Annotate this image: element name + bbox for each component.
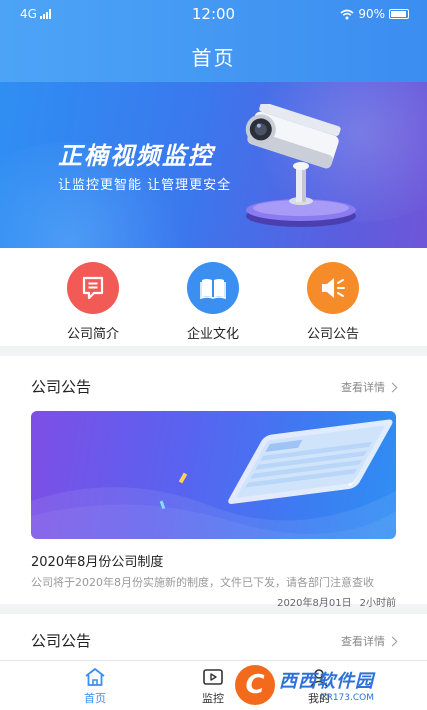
view-details-label: 查看详情	[341, 381, 385, 394]
news-time-ago: 2小时前	[359, 598, 396, 609]
tab-home[interactable]: 首页	[65, 667, 125, 706]
watermark-url: CR173.COM	[320, 693, 374, 703]
shortcut-row: 公司简介 企业文化 公司公告	[0, 248, 427, 346]
shortcut-culture[interactable]: 企业文化	[168, 262, 258, 342]
section-header: 公司公告 查看详情	[31, 628, 398, 652]
wifi-icon	[340, 9, 354, 19]
status-bar: 4G 12:00 90%	[0, 0, 427, 28]
app-header: 4G 12:00 90% 首页	[0, 0, 427, 82]
view-details-link[interactable]: 查看详情	[341, 633, 398, 649]
battery-percent: 90%	[358, 7, 385, 21]
news-meta: 2020年8月01日 2小时前	[277, 594, 396, 609]
banner-title: 正楠视频监控	[58, 142, 214, 170]
security-camera-icon	[245, 104, 356, 227]
tab-label: 监控	[202, 692, 224, 705]
section-header: 公司公告 查看详情	[31, 374, 398, 398]
battery-indicator: 90%	[340, 7, 409, 21]
watermark-name: 西西软件园	[279, 671, 374, 692]
section-title: 公司公告	[31, 378, 92, 396]
watermark-logo: C	[235, 665, 275, 705]
watermark: C 西西软件园 CR173.COM	[235, 662, 413, 708]
shortcut-label: 公司公告	[306, 327, 359, 342]
news-title[interactable]: 2020年8月份公司制度	[31, 551, 163, 570]
tab-label: 首页	[84, 692, 106, 705]
shortcut-label: 企业文化	[186, 327, 239, 342]
speaker-icon	[307, 262, 359, 314]
tablet-illustration	[31, 419, 396, 539]
announcement-card-2: 公司公告 查看详情	[0, 614, 427, 660]
shortcut-company-intro[interactable]: 公司简介	[48, 262, 138, 342]
hero-banner[interactable]: 正楠视频监控 让监控更智能 让管理更安全	[0, 82, 427, 248]
battery-icon	[389, 9, 409, 19]
shortcut-label: 公司简介	[66, 327, 119, 342]
announcement-card: 公司公告 查看详情 2020年8月份公司制度 公司将于2020年8月份实施新的制…	[0, 356, 427, 609]
watermark-text: 西西软件园 CR173.COM	[279, 667, 374, 703]
banner-subtitle: 让监控更智能 让管理更安全	[58, 178, 232, 193]
chevron-right-icon	[387, 636, 398, 646]
tab-monitor[interactable]: 监控	[183, 667, 243, 706]
play-icon	[203, 669, 223, 685]
view-details-label: 查看详情	[341, 635, 385, 648]
page-title: 首页	[191, 46, 236, 70]
message-icon	[67, 262, 119, 314]
chevron-right-icon	[387, 382, 398, 392]
news-description: 公司将于2020年8月份实施新的制度，文件已下发，请各部门注意查收	[31, 576, 374, 589]
news-date: 2020年8月01日	[277, 598, 352, 609]
shortcut-announcement[interactable]: 公司公告	[288, 262, 378, 342]
home-icon	[85, 668, 105, 686]
view-details-link[interactable]: 查看详情	[341, 379, 398, 395]
section-title: 公司公告	[31, 632, 92, 650]
book-icon	[187, 262, 239, 314]
news-thumbnail[interactable]	[31, 411, 396, 539]
